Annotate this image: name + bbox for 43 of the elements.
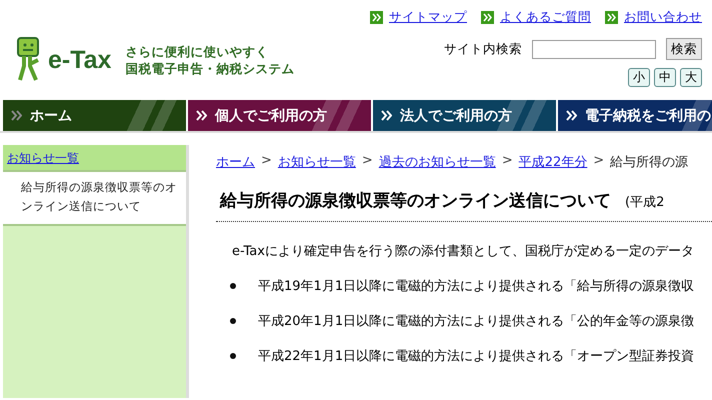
logo-tagline: さらに便利に使いやすく	[125, 43, 270, 60]
article-title: 給与所得の源泉徴収票等のオンライン送信について	[220, 190, 611, 212]
chevron-icon	[566, 110, 577, 121]
search-button[interactable]: 検索	[666, 38, 702, 60]
breadcrumb-link[interactable]: ホーム	[216, 153, 255, 171]
bullet-icon	[230, 353, 236, 359]
search-label: サイト内検索	[444, 40, 522, 58]
nav-tab[interactable]: 個人でご利用の方	[188, 100, 371, 131]
breadcrumb-separator: >	[593, 153, 604, 170]
header-link[interactable]: サイトマップ	[370, 9, 467, 26]
logo-tagline: 国税電子申告・納税システム	[125, 60, 294, 77]
article-intro: e-Taxにより確定申告を行う際の添付書類として、国税庁が定める一定のデータ	[232, 243, 695, 260]
bullet-icon	[230, 283, 236, 289]
header-link[interactable]: お問い合わせ	[605, 9, 702, 26]
chevron-icon	[196, 110, 207, 121]
article-date: (平成2	[625, 194, 664, 211]
search-field[interactable]	[532, 40, 656, 58]
breadcrumb-separator: >	[261, 153, 272, 170]
nav-tab[interactable]: ホーム	[3, 100, 186, 131]
chevron-icon	[381, 110, 392, 121]
bullet-text: 平成20年1月1日以降に電磁的方法により提供される「公的年金等の源泉徴	[258, 313, 694, 330]
chevron-icon	[481, 11, 494, 24]
bullet-icon	[230, 318, 236, 324]
logo-text: e-Tax	[48, 46, 112, 74]
font-size-button[interactable]: 中	[654, 68, 676, 87]
current-page-label: 給与所得の源	[610, 154, 688, 171]
nav-tab[interactable]: 法人でご利用の方	[373, 100, 556, 131]
bullet-text: 平成19年1月1日以降に電磁的方法により提供される「給与所得の源泉徴収	[258, 278, 694, 295]
bullet-text: 平成22年1月1日以降に電磁的方法により提供される「オープン型証券投資	[258, 348, 694, 365]
sidebar-item[interactable]: 給与所得の源泉徴収票等のオンライン送信について	[3, 172, 186, 226]
chevron-icon	[370, 11, 383, 24]
chevron-icon	[11, 110, 22, 121]
font-size-button[interactable]: 小	[628, 68, 650, 87]
breadcrumb-separator: >	[362, 153, 373, 170]
chevron-icon	[605, 11, 618, 24]
breadcrumb-link[interactable]: 過去のお知らせ一覧	[378, 153, 496, 171]
breadcrumb-link[interactable]: 平成22年分	[518, 153, 588, 171]
sidebar-heading-link[interactable]: お知らせ一覧	[3, 145, 186, 172]
breadcrumb-link[interactable]: お知らせ一覧	[278, 153, 356, 171]
nav-tab[interactable]: 電子納税をご利用の	[558, 100, 712, 131]
header-link[interactable]: よくあるご質問	[481, 9, 591, 26]
font-size-button[interactable]: 大	[680, 68, 702, 87]
breadcrumb-separator: >	[502, 153, 513, 170]
